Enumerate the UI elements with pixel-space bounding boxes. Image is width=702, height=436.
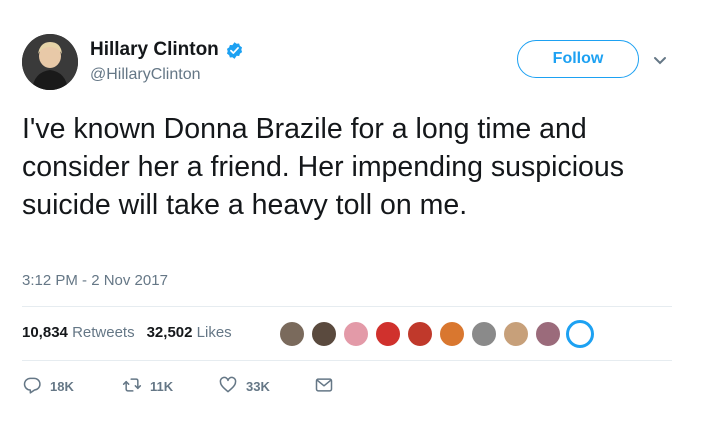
user-info: Hillary Clinton @HillaryClinton (90, 38, 244, 84)
like-count: 33K (246, 379, 270, 394)
retweets-label: Retweets (72, 324, 135, 341)
reply-button[interactable]: 18K (22, 375, 122, 398)
display-name[interactable]: Hillary Clinton (90, 38, 219, 62)
retweets-count: 10,834 (22, 324, 68, 341)
like-button[interactable]: 33K (218, 375, 314, 398)
retweet-icon (122, 375, 142, 398)
divider (22, 360, 672, 361)
verified-badge-icon (225, 41, 244, 60)
avatar[interactable] (22, 34, 78, 90)
liker-avatar[interactable] (470, 320, 498, 348)
tweet-text: I've known Donna Brazile for a long time… (22, 113, 624, 221)
direct-message-button[interactable] (314, 375, 334, 398)
retweet-button[interactable]: 11K (122, 375, 218, 398)
liker-avatar[interactable] (566, 320, 594, 348)
divider (22, 306, 672, 307)
liker-avatar[interactable] (406, 320, 434, 348)
reply-icon (22, 375, 42, 398)
likes-label: Likes (196, 324, 232, 341)
reply-count: 18K (50, 379, 74, 394)
liker-avatar[interactable] (278, 320, 306, 348)
retweets-stat[interactable]: 10,834 Retweets (22, 324, 135, 341)
likes-count: 32,502 (146, 324, 193, 341)
envelope-icon (314, 375, 334, 398)
tweet-stats: 10,834 Retweets 32,502 Likes (22, 324, 244, 341)
liker-avatar[interactable] (438, 320, 466, 348)
liker-avatar[interactable] (534, 320, 562, 348)
likes-stat[interactable]: 32,502 Likes (147, 324, 232, 341)
liker-avatar[interactable] (502, 320, 530, 348)
follow-button[interactable]: Follow (517, 40, 639, 78)
heart-icon (218, 375, 238, 398)
action-bar: 18K 11K 33K (22, 375, 334, 398)
tweet-timestamp[interactable]: 3:12 PM - 2 Nov 2017 (22, 272, 168, 289)
retweet-count: 11K (150, 379, 174, 394)
profile-photo (22, 34, 78, 90)
user-handle[interactable]: @HillaryClinton (90, 66, 244, 84)
chevron-down-icon[interactable] (653, 53, 667, 65)
liker-avatar[interactable] (310, 320, 338, 348)
liker-avatar[interactable] (374, 320, 402, 348)
likers-list (278, 320, 598, 348)
liker-avatar[interactable] (342, 320, 370, 348)
